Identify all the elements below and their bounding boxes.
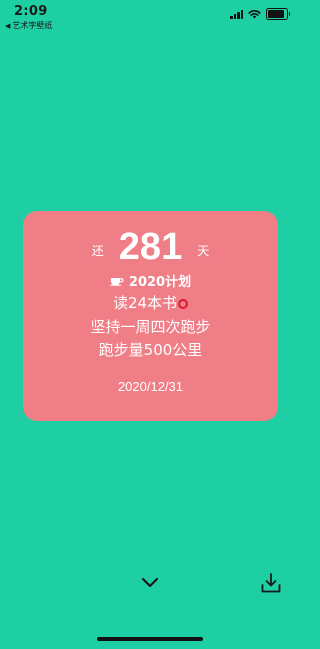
count-prefix: 还 — [91, 243, 104, 258]
status-time: 2:09 — [14, 4, 48, 19]
countdown-card: 还 281 天 2020计划 读24本书 坚持一周四次跑步 跑步量500公里 2… — [23, 211, 278, 421]
target-date: 2020/12/31 — [117, 379, 184, 394]
battery-icon — [266, 8, 290, 20]
battery-fill — [268, 10, 285, 18]
back-app-label: 艺术字壁纸 — [12, 21, 53, 30]
wifi-icon — [248, 10, 261, 19]
back-to-app-button[interactable]: ◀ 艺术字壁纸 — [5, 20, 52, 31]
goal-item: 跑步量500公里 — [98, 341, 203, 359]
home-indicator[interactable] — [97, 637, 203, 641]
goal-text: 读24本书 — [112, 294, 178, 312]
download-icon[interactable] — [261, 573, 281, 593]
days-count: 281 — [118, 226, 183, 268]
chevron-down-icon[interactable] — [141, 577, 159, 589]
cellular-signal-icon — [230, 9, 243, 19]
goal-item: 坚持一周四次跑步 — [90, 318, 211, 336]
status-icons — [230, 8, 290, 20]
coffee-cup-icon — [109, 277, 124, 286]
countdown-row: 还 281 天 — [23, 225, 278, 269]
red-circle-icon — [178, 299, 189, 309]
count-suffix: 天 — [197, 243, 210, 258]
plan-title: 2020计划 — [23, 271, 278, 290]
status-bar: 2:09 ◀ 艺术字壁纸 — [0, 0, 300, 36]
plan-title-text: 2020计划 — [128, 275, 192, 290]
back-triangle-icon: ◀ — [5, 21, 11, 30]
goal-item: 读24本书 — [23, 293, 278, 313]
